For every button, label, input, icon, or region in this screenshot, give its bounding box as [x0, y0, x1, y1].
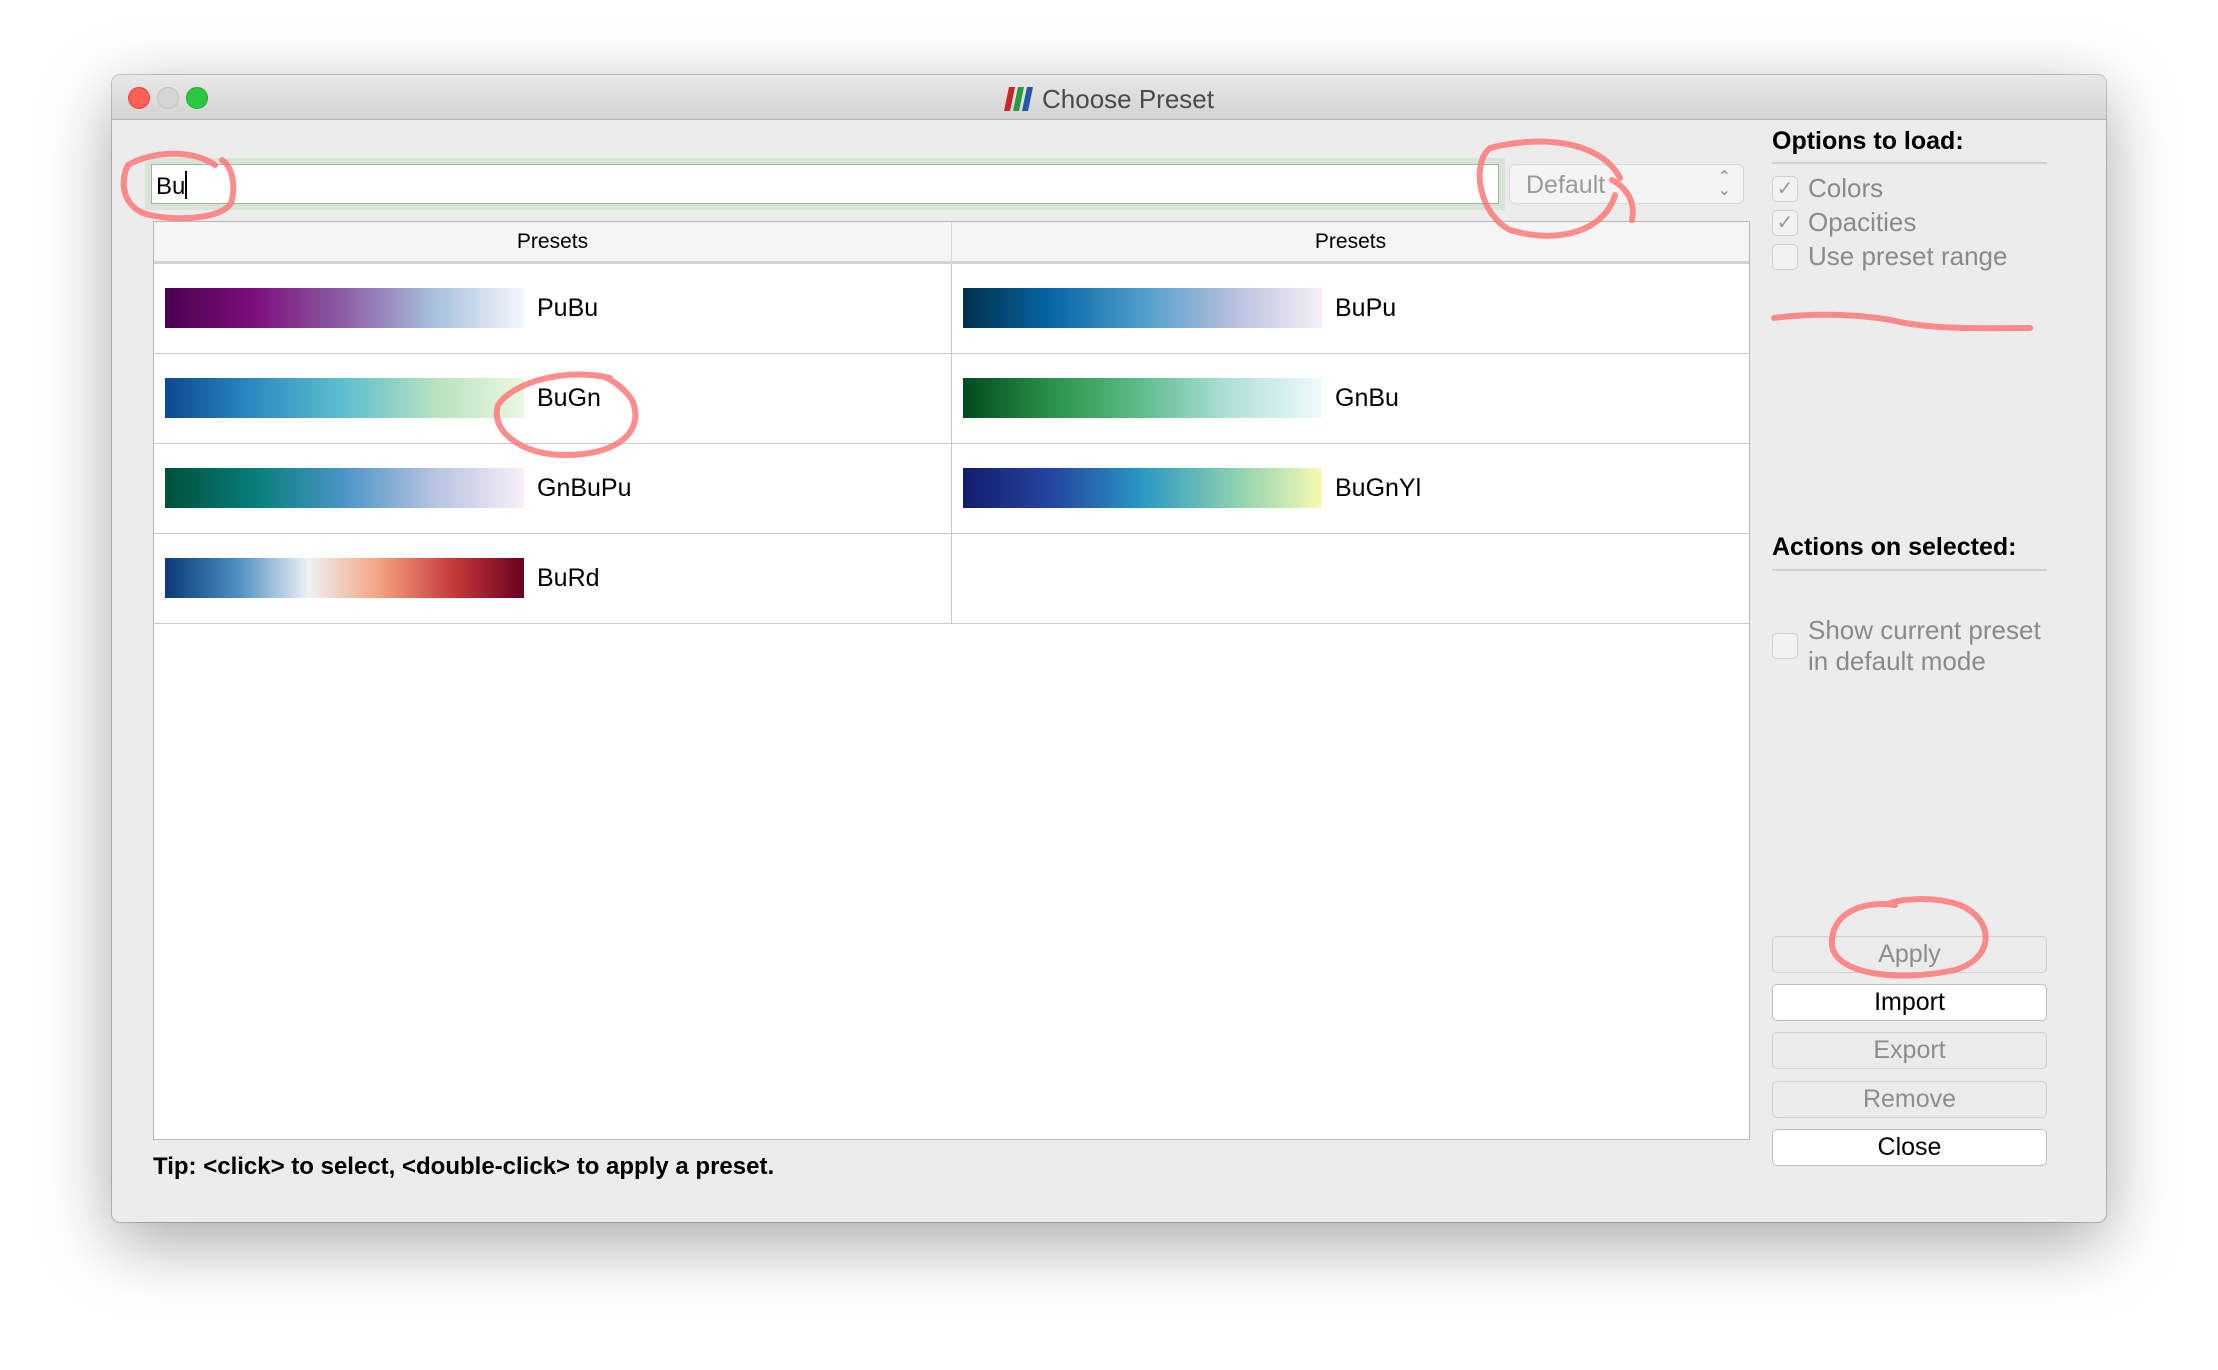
window-title-text: Choose Preset	[1042, 84, 1214, 114]
opacities-checkbox[interactable]: ✓ Opacities	[1772, 207, 1916, 238]
chevron-updown-icon: ⌃ ⌄	[1717, 169, 1731, 199]
empty-cell	[951, 534, 1749, 623]
table-row: BuGn GnBu	[154, 354, 1749, 444]
colormap-gradient	[165, 378, 524, 418]
presets-table: Presets Presets PuBu BuPu BuGn GnBu GnBuPu Bu…	[153, 221, 1750, 1140]
colors-label: Colors	[1808, 173, 1884, 203]
import-button[interactable]: Import	[1772, 984, 2047, 1021]
show-current-label-line2: in default mode	[1808, 646, 1986, 676]
colormap-gradient	[963, 378, 1322, 418]
checkbox-box	[1772, 633, 1798, 659]
table-row: PuBu BuPu	[154, 264, 1749, 354]
preset-cell[interactable]: GnBu	[951, 354, 1749, 443]
colors-checkbox[interactable]: ✓ Colors	[1772, 173, 1883, 204]
preset-name: BuPu	[1335, 294, 1397, 322]
colormap-gradient	[963, 468, 1322, 508]
table-row: GnBuPu BuGnYl	[154, 444, 1749, 534]
remove-button[interactable]: Remove	[1772, 1081, 2047, 1118]
use-preset-range-label: Use preset range	[1808, 241, 2008, 271]
preset-name: BuGnYl	[1335, 474, 1422, 502]
column-header[interactable]: Presets	[951, 222, 1749, 261]
colormap-gradient	[165, 558, 524, 598]
apply-button[interactable]: Apply	[1772, 936, 2047, 973]
check-icon: ✓	[1772, 209, 1798, 236]
divider	[1772, 569, 2047, 571]
preset-cell[interactable]: BuGn	[154, 354, 951, 443]
preset-cell[interactable]: BuRd	[154, 534, 951, 623]
tip-text: Tip: <click> to select, <double-click> t…	[153, 1153, 775, 1180]
actions-heading: Actions on selected:	[1772, 533, 2017, 561]
colormap-gradient	[165, 468, 524, 508]
options-heading: Options to load:	[1772, 127, 1964, 155]
show-current-preset-checkbox[interactable]: Show current preset in default mode	[1772, 615, 2041, 677]
divider	[1772, 162, 2047, 164]
choose-preset-dialog: Choose Preset Bu Default ⌃ ⌄ Presets Prese…	[112, 75, 2106, 1222]
mode-select-value: Default	[1526, 171, 1606, 199]
preset-name: GnBu	[1335, 384, 1399, 412]
preset-name: PuBu	[537, 294, 599, 322]
text-caret	[185, 171, 188, 199]
preset-name: BuGn	[537, 384, 601, 412]
preset-cell[interactable]: GnBuPu	[154, 444, 951, 533]
colormap-gradient	[963, 288, 1322, 328]
column-header[interactable]: Presets	[154, 222, 951, 261]
preset-name: GnBuPu	[537, 474, 632, 502]
paraview-logo-icon	[1004, 87, 1033, 111]
preset-cell[interactable]: PuBu	[154, 264, 951, 353]
mode-select[interactable]: Default ⌃ ⌄	[1509, 164, 1744, 204]
preset-cell[interactable]: BuGnYl	[951, 444, 1749, 533]
window-title: Choose Preset	[112, 84, 2106, 115]
use-preset-range-checkbox[interactable]: Use preset range	[1772, 241, 2007, 272]
opacities-label: Opacities	[1808, 207, 1917, 237]
colormap-gradient	[165, 288, 524, 328]
checkbox-box	[1772, 243, 1798, 270]
table-row: BuRd	[154, 534, 1749, 624]
preset-cell[interactable]: BuPu	[951, 264, 1749, 353]
table-header: Presets Presets	[154, 222, 1749, 264]
close-button[interactable]: Close	[1772, 1129, 2047, 1166]
title-bar: Choose Preset	[112, 75, 2106, 120]
preset-name: BuRd	[537, 564, 600, 592]
export-button[interactable]: Export	[1772, 1032, 2047, 1069]
search-value: Bu	[156, 173, 186, 200]
search-input[interactable]: Bu	[151, 164, 1499, 204]
show-current-label-line1: Show current preset	[1808, 615, 2041, 645]
check-icon: ✓	[1772, 175, 1798, 202]
